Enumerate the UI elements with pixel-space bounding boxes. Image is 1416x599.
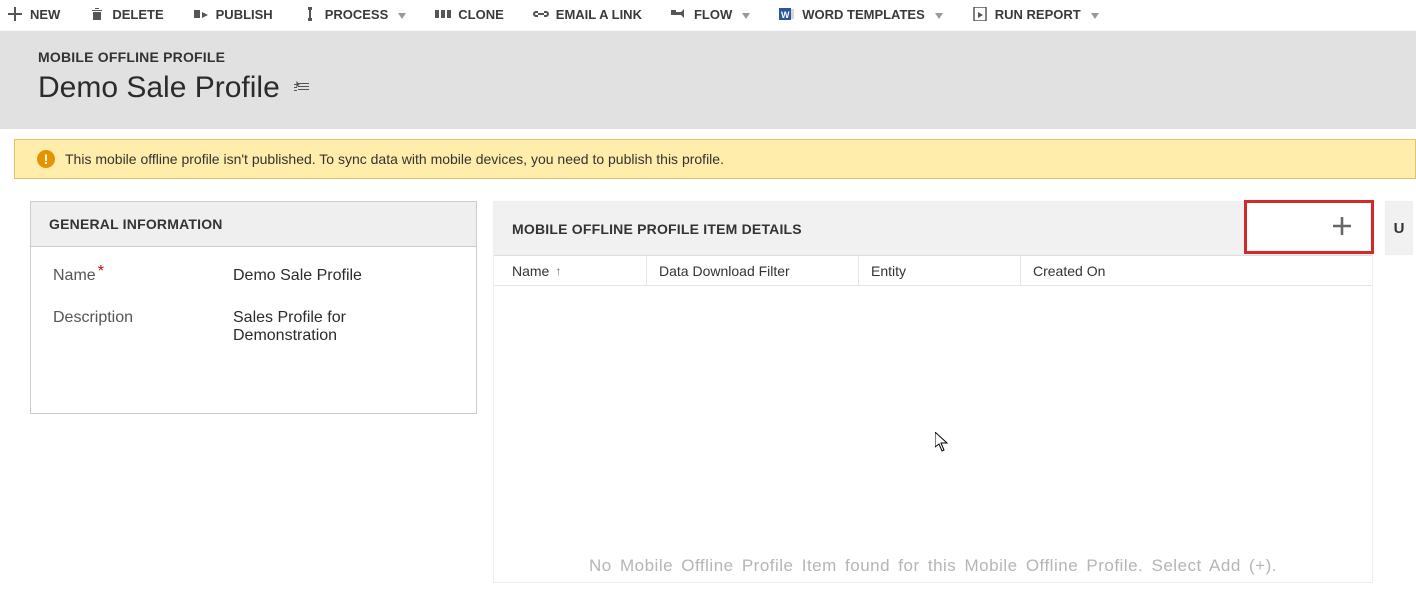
flow-icon <box>670 6 688 22</box>
delete-button[interactable]: DELETE <box>88 6 163 22</box>
record-header: MOBILE OFFLINE PROFILE Demo Sale Profile <box>0 31 1416 129</box>
column-name[interactable]: Name ↑ <box>512 256 647 285</box>
sort-asc-icon: ↑ <box>555 264 561 278</box>
record-title: Demo Sale Profile <box>38 71 280 105</box>
next-panel-sliver: U <box>1385 201 1413 255</box>
name-value[interactable]: Demo Sale Profile <box>233 267 362 285</box>
plus-icon <box>6 6 24 22</box>
description-value[interactable]: Sales Profile for Demonstration <box>233 309 413 345</box>
grid-header-row: Name ↑ Data Download Filter Entity Creat… <box>494 256 1372 286</box>
profile-item-details-section: MOBILE OFFLINE PROFILE ITEM DETAILS Name… <box>493 201 1373 583</box>
flow-dropdown[interactable]: FLOW <box>670 6 750 22</box>
caret-down-icon <box>742 7 750 22</box>
column-created-on[interactable]: Created On <box>1033 256 1153 285</box>
clone-icon <box>434 6 452 22</box>
column-entity[interactable]: Entity <box>871 256 1021 285</box>
word-templates-label: WORD TEMPLATES <box>802 7 925 22</box>
run-report-dropdown[interactable]: RUN REPORT <box>971 6 1099 22</box>
process-label: PROCESS <box>325 7 389 22</box>
process-icon <box>301 6 319 22</box>
link-icon <box>532 6 550 22</box>
caret-down-icon <box>398 7 406 22</box>
report-icon <box>971 6 989 22</box>
description-label: Description <box>53 309 233 327</box>
word-icon: W <box>778 6 796 22</box>
general-information-body: Name* Demo Sale Profile Description Sale… <box>31 247 476 413</box>
add-item-button[interactable] <box>1333 215 1351 241</box>
run-report-label: RUN REPORT <box>995 7 1081 22</box>
publish-button[interactable]: PUBLISH <box>192 6 273 22</box>
form-content: GENERAL INFORMATION Name* Demo Sale Prof… <box>0 179 1416 583</box>
trash-icon <box>88 6 106 22</box>
profile-item-details-header: MOBILE OFFLINE PROFILE ITEM DETAILS <box>494 202 1372 256</box>
add-item-highlight <box>1244 200 1374 254</box>
flow-label: FLOW <box>694 7 732 22</box>
warning-text: This mobile offline profile isn't publis… <box>65 151 724 167</box>
publish-warning: ! This mobile offline profile isn't publ… <box>14 139 1416 179</box>
cursor-icon <box>935 432 949 457</box>
svg-text:W: W <box>781 10 790 20</box>
sliver-letter: U <box>1394 220 1405 237</box>
caret-down-icon <box>935 7 943 22</box>
clone-button[interactable]: CLONE <box>434 6 504 22</box>
process-dropdown[interactable]: PROCESS <box>301 6 407 22</box>
grid-empty-message: No Mobile Offline Profile Item found for… <box>494 556 1372 576</box>
warning-icon: ! <box>37 150 55 168</box>
form-selector-icon[interactable] <box>292 78 310 99</box>
email-link-label: EMAIL A LINK <box>556 7 642 22</box>
caret-down-icon <box>1091 7 1099 22</box>
grid-body: No Mobile Offline Profile Item found for… <box>494 286 1372 582</box>
column-data-download-filter[interactable]: Data Download Filter <box>659 256 859 285</box>
word-templates-dropdown[interactable]: W WORD TEMPLATES <box>778 6 943 22</box>
name-label: Name* <box>53 267 233 285</box>
profile-item-details-heading: MOBILE OFFLINE PROFILE ITEM DETAILS <box>512 221 802 237</box>
email-link-button[interactable]: EMAIL A LINK <box>532 6 642 22</box>
record-title-row: Demo Sale Profile <box>38 71 1416 105</box>
clone-label: CLONE <box>458 7 504 22</box>
field-description: Description Sales Profile for Demonstrat… <box>53 309 454 345</box>
required-star-icon: * <box>98 263 104 281</box>
publish-icon <box>192 6 210 22</box>
delete-label: DELETE <box>112 7 163 22</box>
new-button[interactable]: NEW <box>6 6 60 22</box>
general-information-section: GENERAL INFORMATION Name* Demo Sale Prof… <box>30 201 477 414</box>
new-label: NEW <box>30 7 60 22</box>
publish-label: PUBLISH <box>216 7 273 22</box>
general-information-heading: GENERAL INFORMATION <box>31 202 476 247</box>
field-name: Name* Demo Sale Profile <box>53 267 454 285</box>
command-bar: NEW DELETE PUBLISH PROCESS CLONE EMAIL A… <box>0 0 1416 31</box>
entity-type-label: MOBILE OFFLINE PROFILE <box>38 49 1416 65</box>
